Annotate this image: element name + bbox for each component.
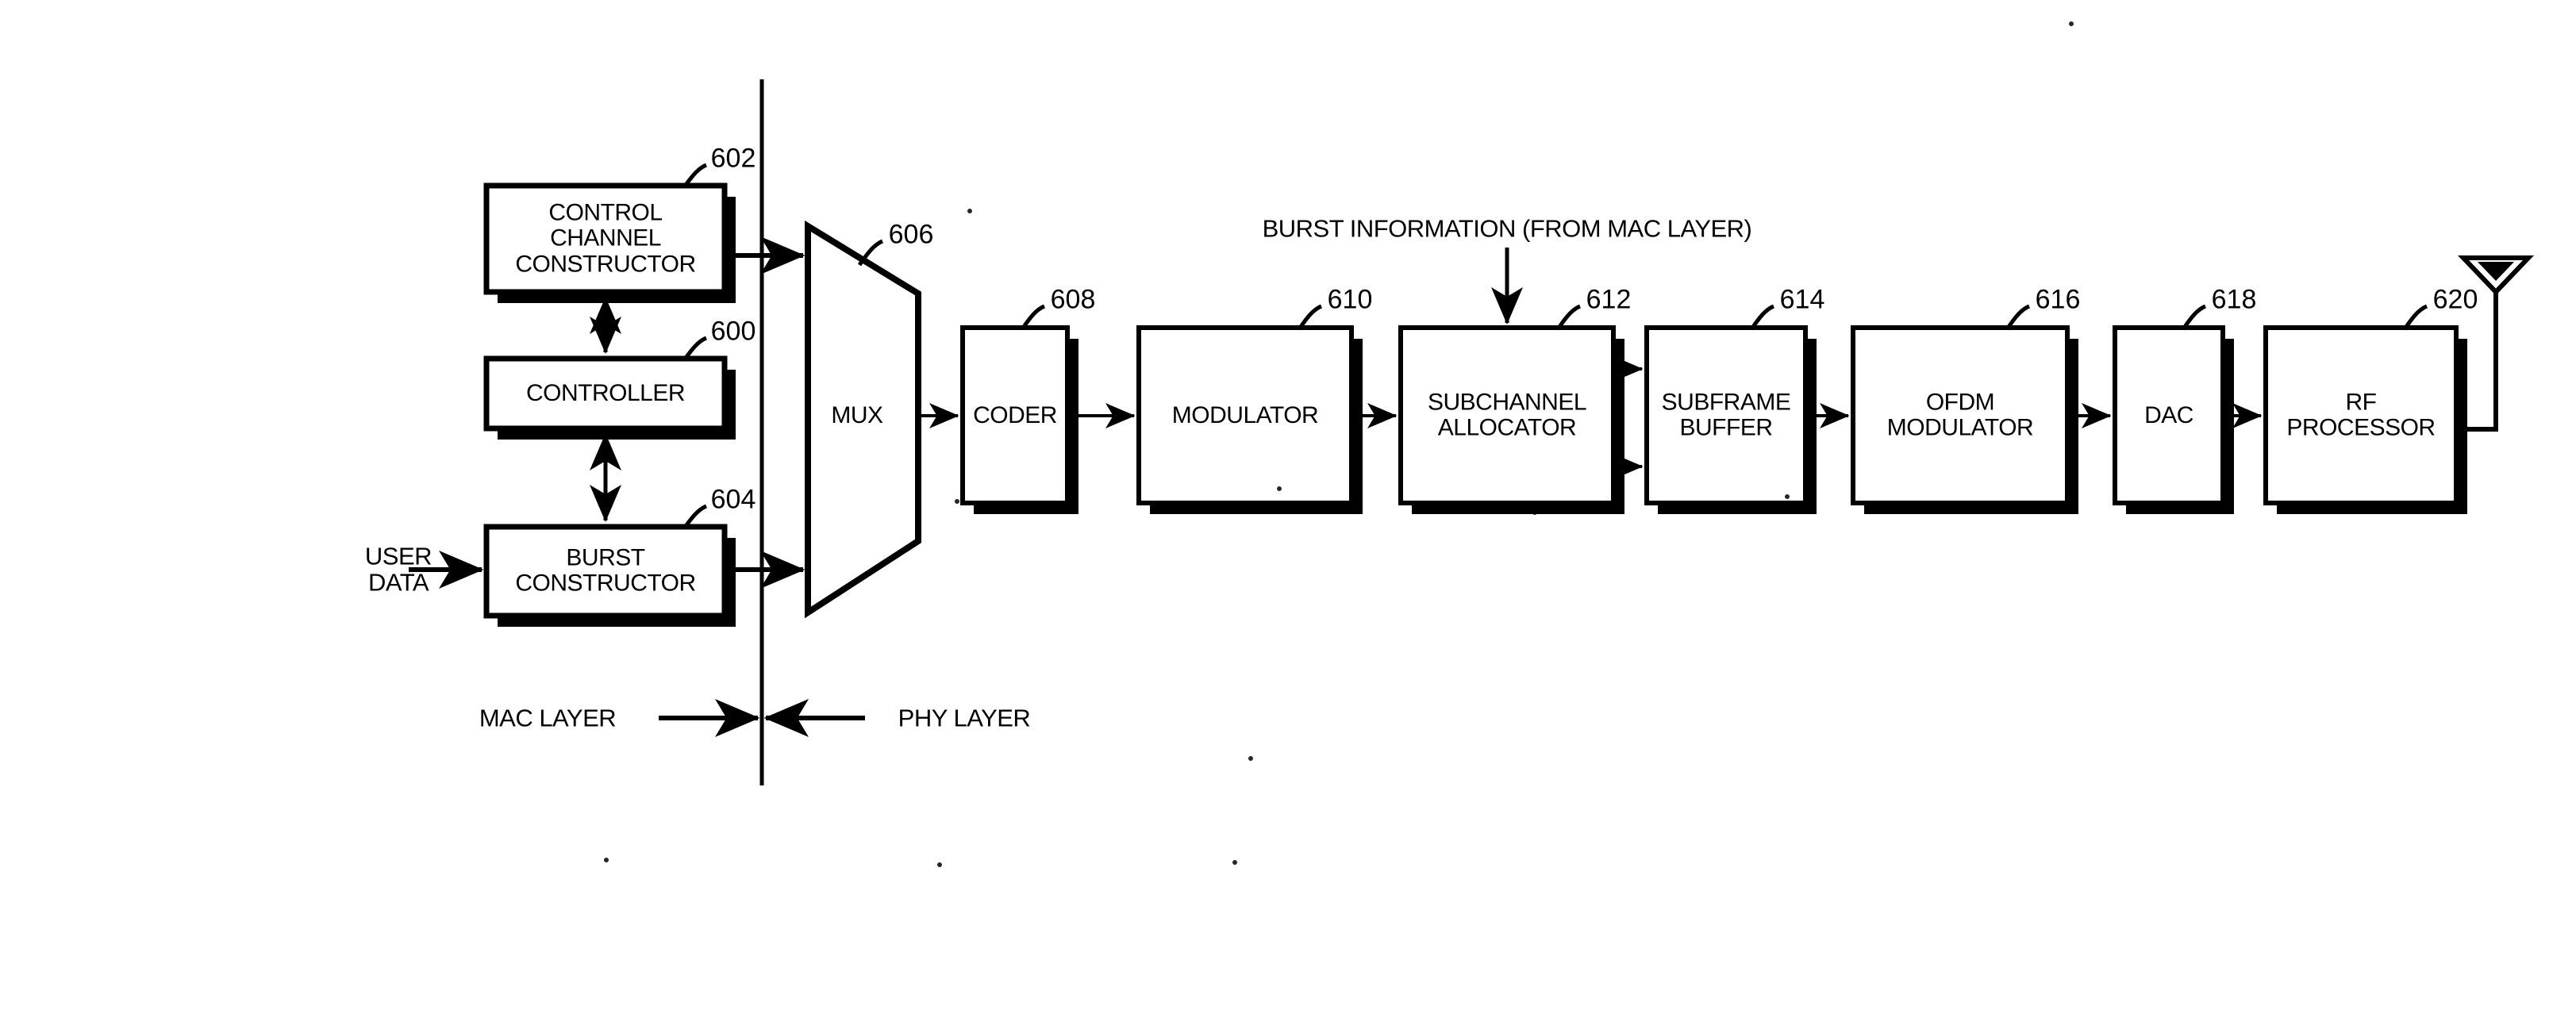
ref-612: 612 <box>1586 284 1632 315</box>
phy-layer-label: PHY LAYER <box>898 704 1031 732</box>
burst-information-annotation: BURST INFORMATION (FROM MAC LAYER) <box>1262 214 1752 243</box>
modulator-label: MODULATOR <box>1171 401 1319 428</box>
ref-606: 606 <box>888 219 934 250</box>
dac-label: DAC <box>2144 401 2193 428</box>
mac-layer-label: MAC LAYER <box>479 704 617 732</box>
ref-620: 620 <box>2432 284 2478 315</box>
subframe-buffer-label: SUBFRAME BUFFER <box>1661 389 1791 441</box>
coder-label: CODER <box>973 401 1057 428</box>
ref-616: 616 <box>2035 284 2081 315</box>
mux-label: MUX <box>831 401 883 428</box>
ref-610: 610 <box>1327 284 1373 315</box>
controller-label: CONTROLLER <box>525 379 686 406</box>
ref-608: 608 <box>1050 284 1096 315</box>
figure-canvas: CONTROL CHANNEL CONSTRUCTOR CONTROLLER B… <box>0 0 2576 1029</box>
ref-602: 602 <box>710 143 756 174</box>
ref-614: 614 <box>1779 284 1825 315</box>
control-channel-constructor-label: CONTROL CHANNEL CONSTRUCTOR <box>515 199 696 278</box>
ofdm-modulator-label: OFDM MODULATOR <box>1886 389 2034 441</box>
ref-618: 618 <box>2211 284 2257 315</box>
diagram-vector-layer <box>409 21 2535 867</box>
ref-600: 600 <box>710 316 756 347</box>
ref-604: 604 <box>710 484 756 515</box>
rf-processor-label: RF PROCESSOR <box>2286 389 2436 441</box>
user-data-annotation: USER DATA <box>364 542 433 597</box>
burst-constructor-label: BURST CONSTRUCTOR <box>515 544 696 597</box>
subchannel-allocator-label: SUBCHANNEL ALLOCATOR <box>1427 389 1587 441</box>
